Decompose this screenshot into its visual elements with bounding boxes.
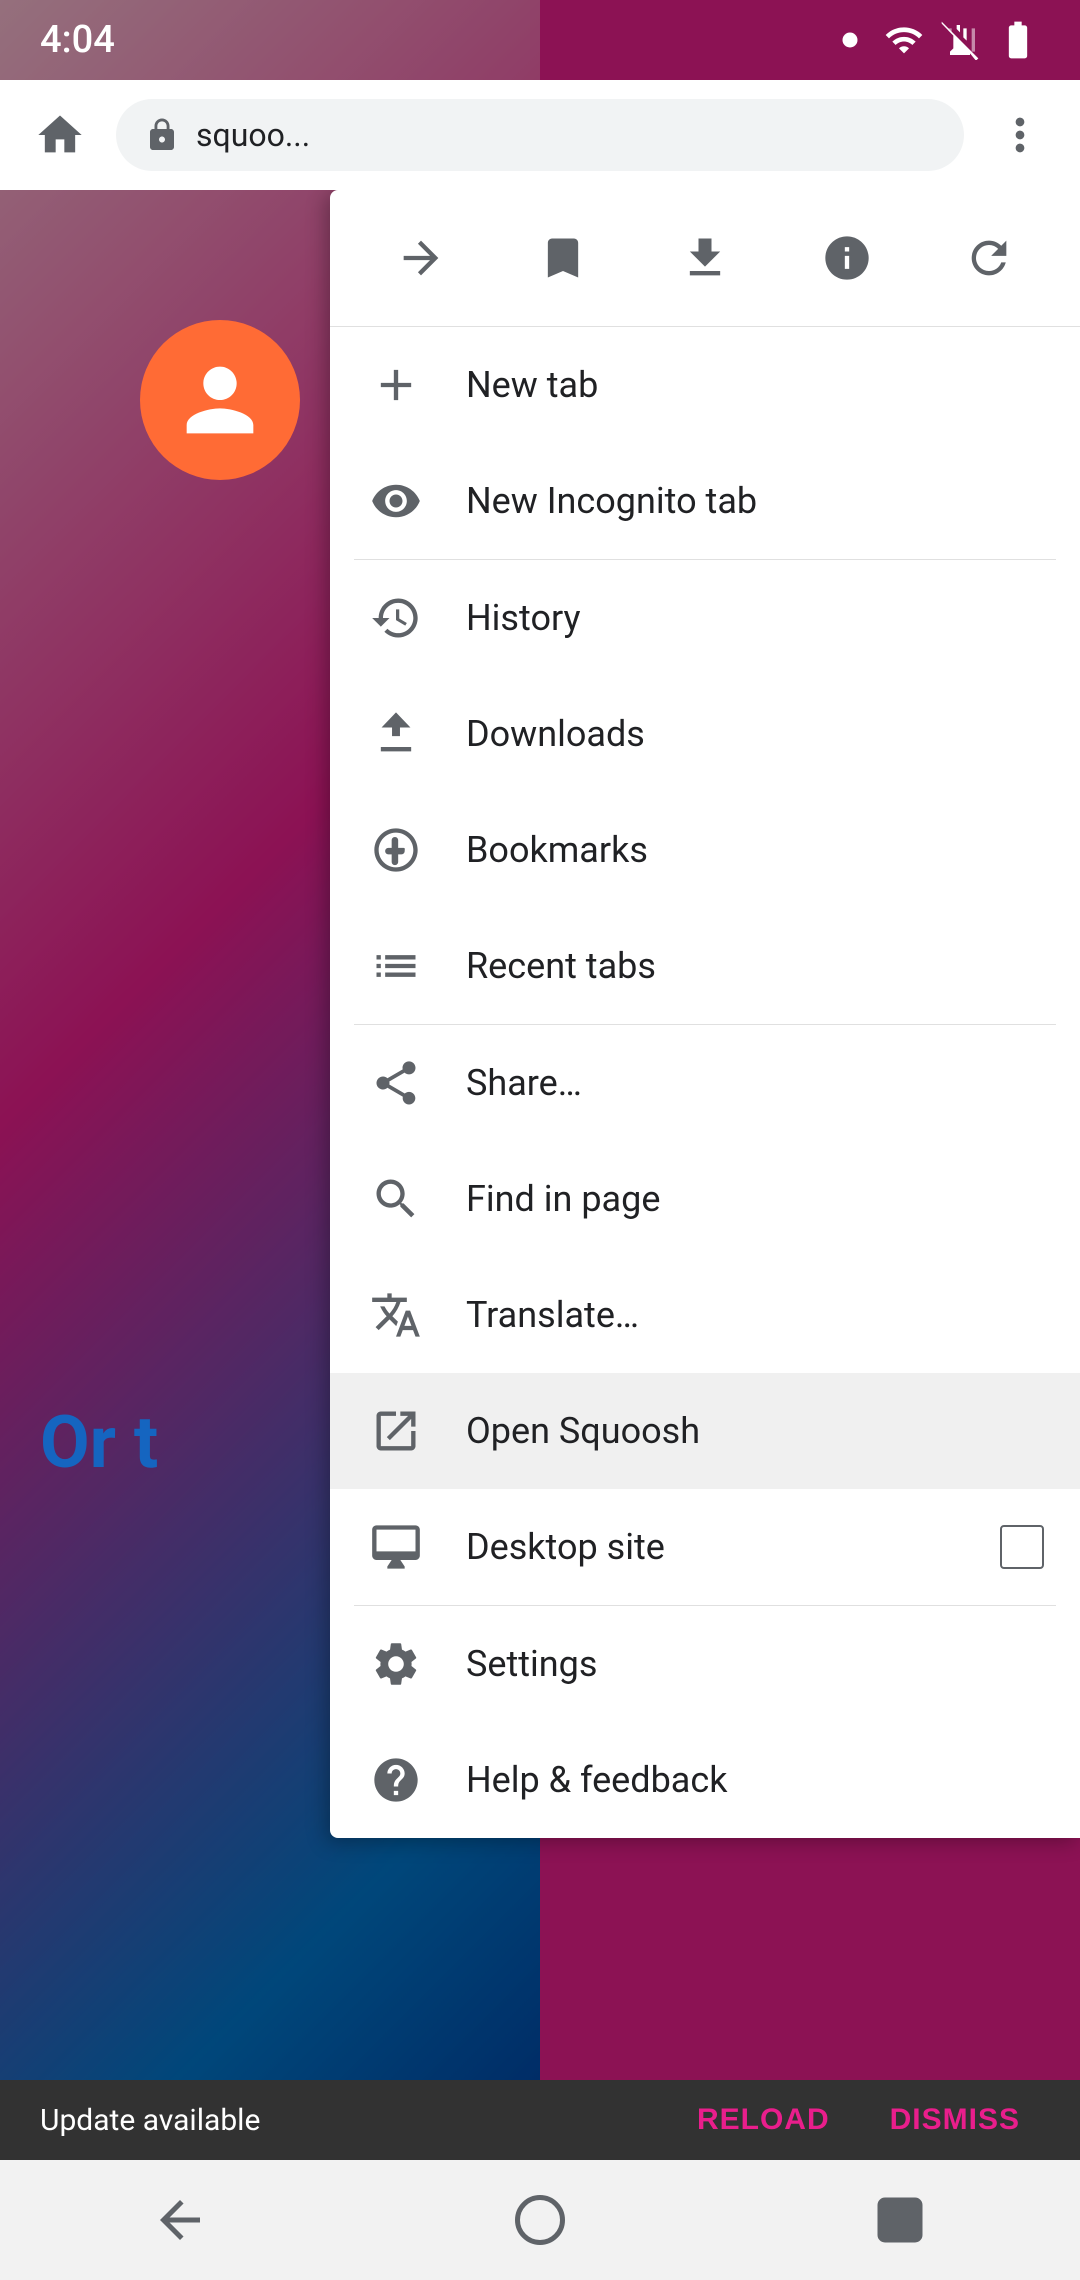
menu-item-settings[interactable]: Settings: [330, 1606, 1080, 1722]
menu-item-history[interactable]: History: [330, 560, 1080, 676]
bg-text: Or t: [40, 1400, 158, 1485]
menu-item-translate[interactable]: Translate…: [330, 1257, 1080, 1373]
incognito-icon: [366, 471, 426, 531]
menu-panel: New tab New Incognito tab History Downloads…: [330, 190, 1080, 1838]
menu-button[interactable]: [984, 99, 1056, 171]
desktop-site-checkbox[interactable]: [1000, 1525, 1044, 1569]
forward-button[interactable]: [381, 218, 461, 298]
menu-item-label-history: History: [466, 597, 1044, 639]
downloads-icon: [366, 704, 426, 764]
address-bar[interactable]: squoo...: [116, 99, 964, 171]
new-tab-icon: [366, 355, 426, 415]
menu-item-help-feedback[interactable]: Help & feedback: [330, 1722, 1080, 1838]
menu-item-label-find-in-page: Find in page: [466, 1178, 1044, 1220]
menu-item-label-new-tab: New tab: [466, 364, 1044, 406]
menu-item-open-squoosh[interactable]: Open Squoosh: [330, 1373, 1080, 1489]
open-squoosh-icon: [366, 1401, 426, 1461]
menu-item-new-incognito-tab[interactable]: New Incognito tab: [330, 443, 1080, 559]
menu-item-label-recent-tabs: Recent tabs: [466, 945, 1044, 987]
menu-item-label-help-feedback: Help & feedback: [466, 1759, 1044, 1801]
update-bar: Update available RELOAD DISMISS: [0, 2080, 1080, 2160]
notification-icon: [832, 22, 868, 58]
menu-item-new-tab[interactable]: New tab: [330, 327, 1080, 443]
bookmarks-icon: [366, 820, 426, 880]
menu-item-downloads[interactable]: Downloads: [330, 676, 1080, 792]
menu-item-recent-tabs[interactable]: Recent tabs: [330, 908, 1080, 1024]
menu-item-share[interactable]: Share…: [330, 1025, 1080, 1141]
download-button[interactable]: [665, 218, 745, 298]
info-button[interactable]: [807, 218, 887, 298]
share-icon: [366, 1053, 426, 1113]
menu-item-find-in-page[interactable]: Find in page: [330, 1141, 1080, 1257]
lock-icon: [144, 117, 180, 153]
menu-item-desktop-site[interactable]: Desktop site: [330, 1489, 1080, 1605]
menu-item-bookmarks[interactable]: Bookmarks: [330, 792, 1080, 908]
battery-icon: [996, 18, 1040, 62]
recents-button[interactable]: [860, 2180, 940, 2260]
dismiss-button[interactable]: DISMISS: [870, 2093, 1040, 2147]
menu-item-label-open-squoosh: Open Squoosh: [466, 1410, 1044, 1452]
home-button[interactable]: [24, 99, 96, 171]
translate-icon: [366, 1285, 426, 1345]
desktop-icon: [366, 1517, 426, 1577]
refresh-button[interactable]: [949, 218, 1029, 298]
nav-bar: [0, 2160, 1080, 2280]
browser-toolbar: squoo...: [0, 80, 1080, 190]
history-icon: [366, 588, 426, 648]
status-time: 4:04: [40, 18, 115, 62]
menu-item-label-translate: Translate…: [466, 1294, 1044, 1336]
menu-item-label-share: Share…: [466, 1062, 1044, 1104]
help-icon: [366, 1750, 426, 1810]
menu-top-toolbar: [330, 190, 1080, 327]
address-text: squoo...: [196, 116, 936, 154]
status-bar: 4:04: [0, 0, 1080, 80]
back-button[interactable]: [140, 2180, 220, 2260]
menu-item-label-desktop-site: Desktop site: [466, 1526, 960, 1568]
find-icon: [366, 1169, 426, 1229]
settings-icon: [366, 1634, 426, 1694]
menu-item-label-bookmarks: Bookmarks: [466, 829, 1044, 871]
menu-item-label-settings: Settings: [466, 1643, 1044, 1685]
menu-item-label-downloads: Downloads: [466, 713, 1044, 755]
squoosh-avatar: [140, 320, 300, 480]
menu-item-label-new-incognito-tab: New Incognito tab: [466, 480, 1044, 522]
home-circle-button[interactable]: [500, 2180, 580, 2260]
update-message: Update available: [40, 2103, 657, 2138]
recent-tabs-icon: [366, 936, 426, 996]
signal-icon: [940, 20, 980, 60]
wifi-icon: [884, 20, 924, 60]
menu-items-container: New tab New Incognito tab History Downloads…: [330, 327, 1080, 1838]
reload-button[interactable]: RELOAD: [677, 2093, 850, 2147]
bookmark-button[interactable]: [523, 218, 603, 298]
status-icons: [832, 18, 1040, 62]
